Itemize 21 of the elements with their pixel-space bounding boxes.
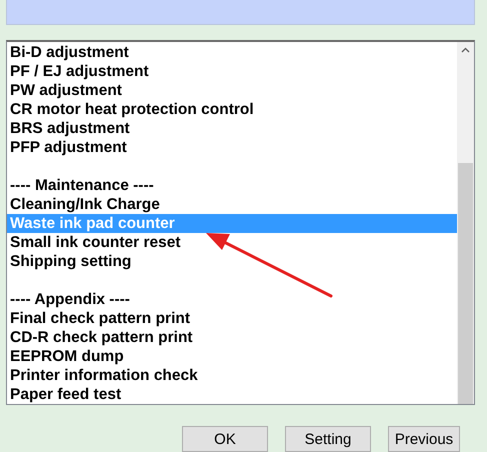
list-item[interactable]: Printer information check [7,366,457,385]
scrollbar[interactable] [457,42,474,404]
list-item[interactable]: Bi-D adjustment [7,43,457,62]
list-item[interactable]: Paper feed test [7,385,457,404]
list-item[interactable]: Final check pattern print [7,309,457,328]
list-item[interactable]: CD-R check pattern print [7,328,457,347]
list-item[interactable]: ---- Appendix ---- [7,290,457,309]
previous-button[interactable]: Previous [388,426,460,452]
ok-button[interactable]: OK [182,426,268,452]
list-item[interactable]: EEPROM dump [7,347,457,366]
setting-button[interactable]: Setting [285,426,371,452]
list-item[interactable]: PF / EJ adjustment [7,62,457,81]
list-item[interactable]: CR motor heat protection control [7,100,457,119]
list-item[interactable]: Shipping setting [7,252,457,271]
list-item[interactable]: BRS adjustment [7,119,457,138]
list-item[interactable]: Cleaning/Ink Charge [7,195,457,214]
list-item[interactable]: PFP adjustment [7,138,457,157]
list-item[interactable]: PW adjustment [7,81,457,100]
scroll-thumb[interactable] [458,163,473,404]
list-item[interactable]: ---- Maintenance ---- [7,176,457,195]
list-item[interactable]: Small ink counter reset [7,233,457,252]
